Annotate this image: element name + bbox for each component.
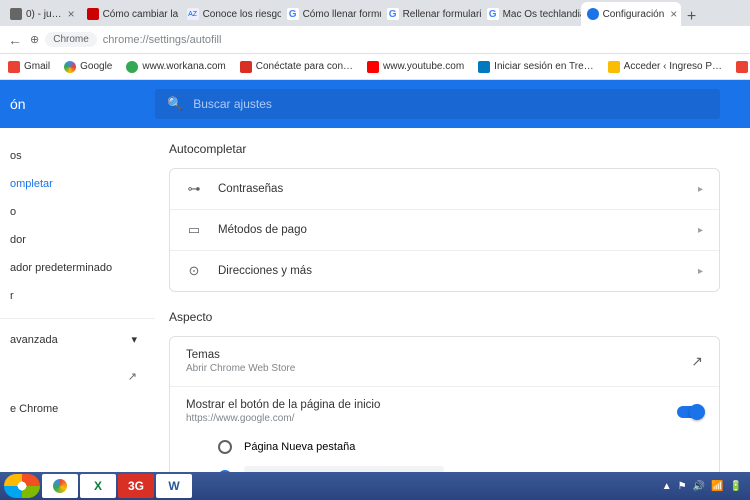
radio-newtab[interactable]: Página Nueva pestaña (218, 434, 703, 460)
launch-icon: ↗ (128, 370, 137, 383)
tab-6-active[interactable]: Configuración× (581, 2, 681, 26)
back-button[interactable]: ← (8, 32, 22, 48)
sidebar-item-3[interactable]: dor (0, 226, 155, 254)
tab-2[interactable]: AZConoce los riesgo…× (181, 2, 281, 26)
appearance-card: TemasAbrir Chrome Web Store ↗ Mostrar el… (169, 336, 720, 472)
browser-tabs: 0) - ju…× Cómo cambiar la i…× AZConoce l… (0, 0, 750, 26)
start-button[interactable] (4, 474, 40, 498)
site-icon (126, 61, 138, 73)
tray-action-icon: ⚑ (678, 481, 687, 492)
tray-network-icon: 📶 (711, 481, 723, 492)
chevron-down-icon: ▾ (131, 333, 137, 346)
settings-sidebar: os ompletar o dor ador predeterminado r … (0, 128, 155, 472)
taskbar-chrome[interactable] (42, 474, 78, 498)
tab-favicon: G (287, 8, 299, 20)
close-icon[interactable]: × (68, 7, 75, 21)
url-text: chrome://settings/autofill (103, 34, 222, 46)
youtube-icon (367, 61, 379, 73)
close-icon[interactable]: × (670, 7, 677, 21)
bookmark-google[interactable]: Google (64, 61, 112, 73)
site-icon (608, 61, 620, 73)
section-title-appearance: Aspecto (169, 310, 720, 324)
search-icon: 🔍 (167, 96, 183, 112)
secure-icon: ⊕ (30, 33, 39, 46)
settings-main: Autocompletar ⊶Contraseñas▸ ▭Métodos de … (155, 128, 750, 472)
tab-favicon (10, 8, 22, 20)
taskbar-word[interactable]: W (156, 474, 192, 498)
row-passwords[interactable]: ⊶Contraseñas▸ (170, 169, 719, 210)
bookmark-youtube[interactable]: www.youtube.com (367, 61, 464, 73)
url-origin-chip: Chrome (45, 32, 97, 47)
launch-icon: ↗ (691, 353, 703, 370)
bookmark-acceder[interactable]: Acceder ‹ Ingreso P… (608, 61, 722, 73)
home-button-radio-group: Página Nueva pestaña https://www.google.… (170, 428, 719, 472)
sidebar-item-0[interactable]: os (0, 142, 155, 170)
search-input[interactable] (193, 97, 708, 111)
tray-flag-icon: ▲ (662, 481, 672, 492)
tab-favicon: G (487, 8, 499, 20)
bookmark-trello[interactable]: Iniciar sesión en Tre… (478, 61, 594, 73)
system-tray[interactable]: ▲ ⚑ 🔊 📶 🔋 (662, 481, 746, 492)
radio-icon (218, 440, 232, 454)
sidebar-about[interactable]: e Chrome (0, 393, 155, 425)
chevron-right-icon: ▸ (698, 266, 703, 277)
tab-favicon: G (387, 8, 399, 20)
settings-header: ón 🔍 (0, 80, 750, 128)
address-bar: ← ⊕ Chrome chrome://settings/autofill (0, 26, 750, 54)
new-tab-button[interactable]: + (681, 8, 703, 26)
card-icon: ▭ (186, 222, 202, 238)
bookmark-pdfdoc[interactable]: PDF a DOC – Conve… (736, 61, 750, 73)
row-home-button: Mostrar el botón de la página de inicioh… (170, 387, 719, 428)
site-icon (240, 61, 252, 73)
sidebar-item-5[interactable]: r (0, 282, 155, 310)
radio-custom[interactable]: https://www.google.com/ (218, 460, 703, 472)
autofill-card: ⊶Contraseñas▸ ▭Métodos de pago▸ ⊙Direcci… (169, 168, 720, 292)
tab-1[interactable]: Cómo cambiar la i…× (81, 2, 181, 26)
taskbar-excel[interactable]: X (80, 474, 116, 498)
gear-icon (587, 8, 599, 20)
row-addresses[interactable]: ⊙Direcciones y más▸ (170, 251, 719, 291)
sidebar-item-4[interactable]: ador predeterminado (0, 254, 155, 282)
sidebar-extensions-link[interactable]: ↗ (0, 360, 155, 393)
tab-3[interactable]: GCómo llenar formu…× (281, 2, 381, 26)
tray-volume-icon: 🔊 (693, 481, 705, 492)
windows-taskbar: X 3G W ▲ ⚑ 🔊 📶 🔋 (0, 472, 750, 500)
chevron-right-icon: ▸ (698, 184, 703, 195)
site-icon (478, 61, 490, 73)
tab-4[interactable]: GRellenar formulari…× (381, 2, 481, 26)
gmail-icon (8, 61, 20, 73)
tray-battery-icon: 🔋 (730, 481, 742, 492)
row-themes[interactable]: TemasAbrir Chrome Web Store ↗ (170, 337, 719, 387)
page-title: ón (0, 96, 155, 112)
sidebar-advanced[interactable]: avanzada▾ (0, 318, 155, 360)
google-icon (64, 61, 76, 73)
bookmark-gmail[interactable]: Gmail (8, 61, 50, 73)
tab-5[interactable]: GMac Os techlandia…× (481, 2, 581, 26)
url-box[interactable]: ⊕ Chrome chrome://settings/autofill (30, 32, 742, 47)
section-title-autofill: Autocompletar (169, 142, 720, 156)
location-icon: ⊙ (186, 263, 202, 279)
key-icon: ⊶ (186, 181, 202, 197)
search-box[interactable]: 🔍 (155, 89, 720, 119)
tab-favicon (87, 8, 99, 20)
bookmark-workana[interactable]: www.workana.com (126, 61, 225, 73)
bookmarks-bar: Gmail Google www.workana.com Conéctate p… (0, 54, 750, 80)
bookmark-conectate[interactable]: Conéctate para con… (240, 61, 353, 73)
sidebar-item-2[interactable]: o (0, 198, 155, 226)
site-icon (736, 61, 748, 73)
row-payments[interactable]: ▭Métodos de pago▸ (170, 210, 719, 251)
taskbar-3g[interactable]: 3G (118, 474, 154, 498)
chrome-icon (53, 479, 67, 493)
chevron-right-icon: ▸ (698, 225, 703, 236)
home-button-toggle[interactable] (677, 406, 703, 418)
sidebar-item-autofill[interactable]: ompletar (0, 170, 155, 198)
tab-0[interactable]: 0) - ju…× (4, 2, 81, 26)
tab-favicon: AZ (187, 8, 199, 20)
